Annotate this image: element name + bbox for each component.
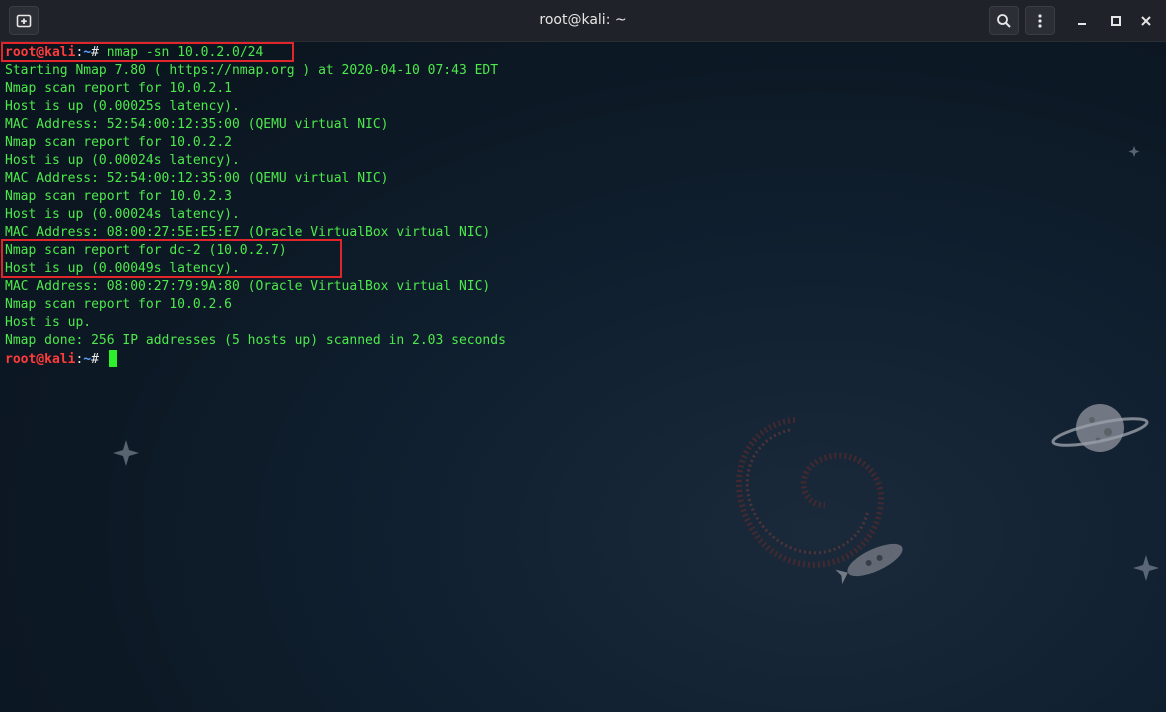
output-line: Host is up (0.00025s latency). <box>5 99 240 114</box>
output-line: MAC Address: 08:00:27:79:9A:80 (Oracle V… <box>5 279 491 294</box>
output-line: Nmap scan report for 10.0.2.6 <box>5 297 232 312</box>
prompt-path: ~ <box>83 352 92 367</box>
output-line: Starting Nmap 7.80 ( https://nmap.org ) … <box>5 63 499 78</box>
output-line: MAC Address: 52:54:00:12:35:00 (QEMU vir… <box>5 117 389 132</box>
output-line: Nmap scan report for 10.0.2.2 <box>5 135 232 150</box>
active-prompt-line[interactable]: root@kali:~# <box>5 350 1166 368</box>
output-line: Host is up (0.00024s latency). <box>5 153 240 168</box>
output-line: MAC Address: 52:54:00:12:35:00 (QEMU vir… <box>5 171 389 186</box>
command-highlight-box <box>1 42 294 62</box>
text-cursor <box>108 350 117 367</box>
output-line: Host is up. <box>5 315 92 330</box>
output-line: Host is up (0.00024s latency). <box>5 207 240 222</box>
target-host-highlight-box <box>1 239 342 278</box>
prompt-symbol: # <box>91 352 107 367</box>
terminal-output[interactable]: root@kali:~# nmap -sn 10.0.2.0/24 Starti… <box>0 42 1166 712</box>
output-line: Nmap scan report for 10.0.2.1 <box>5 81 232 96</box>
prompt-user: root@kali <box>5 352 76 367</box>
output-line: Nmap scan report for 10.0.2.3 <box>5 189 232 204</box>
output-line: Nmap done: 256 IP addresses (5 hosts up)… <box>5 333 506 348</box>
terminal-window: root@kali: ~ root@kali:~# nmap -sn 10.0.… <box>0 0 1166 712</box>
